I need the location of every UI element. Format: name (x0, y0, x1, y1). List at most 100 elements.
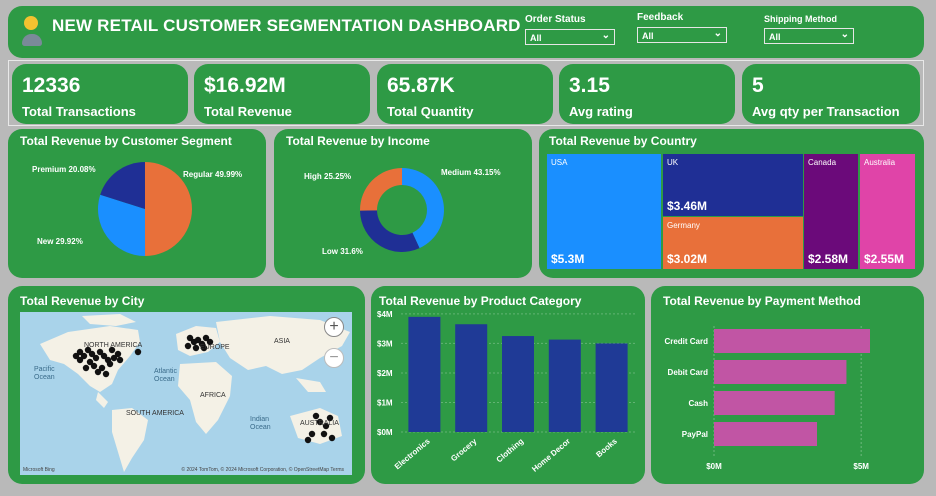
user-avatar-icon (22, 16, 42, 50)
chevron-down-icon: ⌄ (713, 28, 722, 39)
map-label: EUROPE (200, 344, 230, 351)
pie-label-new: New 29.92% (37, 237, 83, 246)
bar-books[interactable] (595, 343, 628, 432)
y-tick-label: $2M (377, 369, 393, 378)
filter-label: Order Status (525, 14, 586, 25)
kpi-label: Total Transactions (22, 104, 136, 119)
city-dot[interactable] (184, 342, 192, 350)
treemap-cell-australia[interactable]: Australia $2.55M (860, 154, 915, 269)
panel-title: Total Revenue by City (20, 294, 145, 308)
bar-cash[interactable] (714, 391, 835, 415)
map-label: Ocean (34, 374, 55, 381)
donut-label-medium: Medium 43.15% (441, 168, 501, 177)
x-tick-label: Home Decor (530, 437, 572, 474)
donut-slice-low[interactable] (360, 210, 420, 252)
city-dot[interactable] (304, 436, 312, 444)
treemap-cell-usa[interactable]: USA $5.3M (547, 154, 661, 269)
country-panel: Total Revenue by Country USA $5.3M UK $3… (539, 129, 924, 278)
bar-home-decor[interactable] (548, 339, 581, 432)
city-dot[interactable] (134, 348, 142, 356)
x-tick-label: Books (594, 436, 619, 459)
map-label: NORTH AMERICA (84, 342, 143, 349)
product-bar-chart: $0M $1M $2M $3M $4M Electronics Grocery Clothin… (377, 310, 635, 474)
treemap-cell-uk[interactable]: UK $3.46M (663, 154, 803, 216)
kpi-card-transactions: 12336 Total Transactions (12, 64, 188, 124)
feedback-filter: Feedback All ⌄ (637, 12, 727, 43)
x-tick-label: Electronics (393, 436, 432, 471)
order-status-filter: Order Status All ⌄ (525, 14, 615, 45)
income-donut-chart: High 25.25% Medium 43.15% Low 31.6% (304, 168, 501, 256)
city-dot[interactable] (320, 430, 328, 438)
kpi-label: Avg qty per Transaction (752, 104, 900, 119)
bar-credit-card[interactable] (714, 329, 870, 353)
kpi-value: 3.15 (569, 74, 610, 97)
kpi-value: $16.92M (204, 74, 286, 97)
y-tick-label: $0M (377, 428, 393, 437)
pie-label-premium: Premium 20.08% (32, 165, 96, 174)
chevron-down-icon: ⌄ (840, 29, 849, 40)
city-dot[interactable] (308, 430, 316, 438)
city-dot[interactable] (312, 412, 320, 420)
map-label: SOUTH AMERICA (126, 410, 184, 417)
city-dot[interactable] (106, 360, 114, 368)
donut-label-high: High 25.25% (304, 172, 351, 181)
city-dot[interactable] (92, 354, 100, 362)
income-panel: Total Revenue by Income High 25.25% Medi… (274, 129, 532, 278)
bar-debit-card[interactable] (714, 360, 847, 384)
bar-grocery[interactable] (455, 324, 488, 432)
feedback-dropdown[interactable]: All ⌄ (637, 27, 727, 43)
kpi-card-rating: 3.15 Avg rating (559, 64, 735, 124)
map-label: AUSTRALIA (300, 420, 339, 427)
city-dot[interactable] (192, 344, 200, 352)
map-label: Atlantic (154, 368, 177, 375)
payment-panel: Total Revenue by Payment Method Credit C… (651, 286, 924, 484)
bing-logo: Microsoft Bing (23, 467, 55, 473)
bar-paypal[interactable] (714, 422, 818, 446)
map-label: AFRICA (200, 392, 226, 399)
city-dot[interactable] (94, 368, 102, 376)
panel-title: Total Revenue by Country (549, 134, 697, 148)
zoom-out-button[interactable]: − (324, 348, 344, 368)
map-copyright: © 2024 TomTom, © 2024 Microsoft Corporat… (181, 467, 344, 473)
city-dot[interactable] (116, 356, 124, 364)
shipping-method-dropdown[interactable]: All ⌄ (764, 28, 854, 44)
city-dot[interactable] (328, 434, 336, 442)
kpi-label: Total Quantity (387, 104, 474, 119)
city-dot[interactable] (114, 350, 122, 358)
kpi-card-quantity: 65.87K Total Quantity (377, 64, 553, 124)
y-tick-label: Debit Card (668, 368, 709, 377)
city-dot[interactable] (72, 352, 80, 360)
city-dot[interactable] (90, 362, 98, 370)
payment-bar-chart: Credit Card Debit Card Cash PayPal $0M $5M (664, 326, 870, 471)
donut-slice-high[interactable] (360, 168, 402, 211)
city-dot[interactable] (82, 364, 90, 372)
map-label: Ocean (154, 376, 175, 383)
map-label: Pacific (34, 366, 55, 373)
map-label: Ocean (250, 424, 271, 431)
zoom-in-button[interactable]: + (324, 317, 344, 337)
product-panel: Total Revenue by Product Category $0M $1M… (371, 286, 645, 484)
header-panel: NEW RETAIL CUSTOMER SEGMENTATION DASHBOA… (8, 6, 924, 58)
map-land-svg (40, 314, 350, 472)
segment-pie-chart: Premium 20.08% Regular 49.99% New 29.92% (32, 162, 242, 256)
kpi-value: 12336 (22, 74, 81, 97)
treemap-cell-canada[interactable]: Canada $2.58M (804, 154, 858, 269)
kpi-value: 5 (752, 74, 764, 97)
order-status-dropdown[interactable]: All ⌄ (525, 29, 615, 45)
dashboard-title: NEW RETAIL CUSTOMER SEGMENTATION DASHBOA… (52, 16, 521, 35)
y-tick-label: $3M (377, 339, 393, 348)
segment-panel: Total Revenue by Customer Segment Premiu… (8, 129, 266, 278)
world-map[interactable]: NORTH AMERICA EUROPE ASIA Pacific Ocean … (20, 312, 352, 475)
y-tick-label: Cash (688, 399, 708, 408)
bar-clothing[interactable] (502, 336, 534, 432)
x-tick-label: Clothing (495, 437, 526, 465)
bar-electronics[interactable] (408, 316, 441, 432)
treemap-cell-germany[interactable]: Germany $3.02M (663, 217, 803, 269)
filter-label: Feedback (637, 12, 684, 23)
kpi-value: 65.87K (387, 74, 455, 97)
y-tick-label: PayPal (682, 430, 708, 439)
kpi-label: Avg rating (569, 104, 633, 119)
map-label: ASIA (274, 338, 290, 345)
kpi-label: Total Revenue (204, 104, 292, 119)
city-dot[interactable] (102, 370, 110, 378)
